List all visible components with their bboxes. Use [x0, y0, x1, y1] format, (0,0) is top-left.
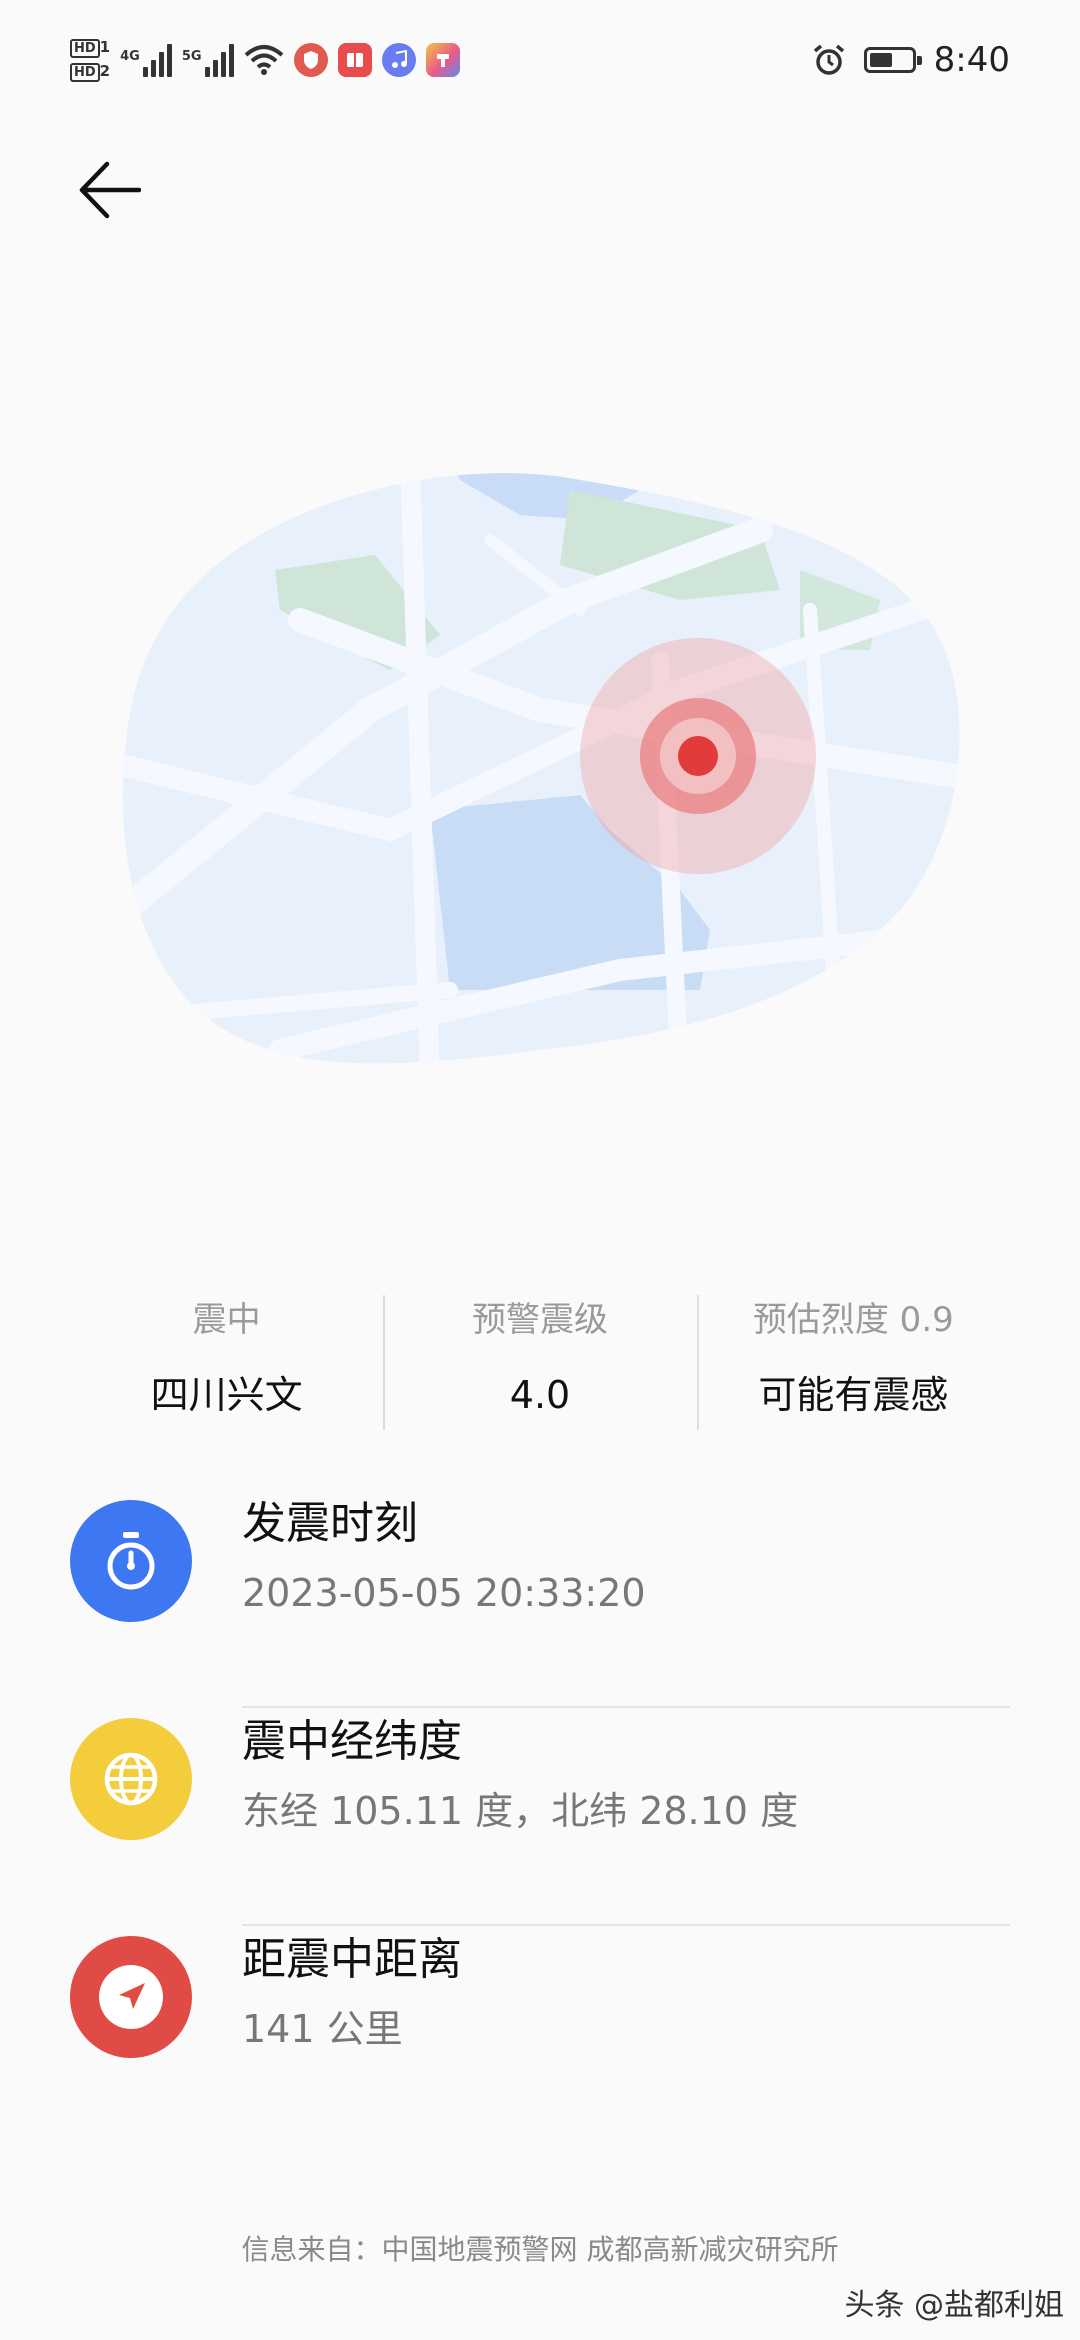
epicenter-stat: 震中 四川兴文 [70, 1290, 383, 1430]
wifi-icon [244, 45, 283, 75]
hd1-label: HD [70, 39, 100, 58]
epicenter-value: 四川兴文 [150, 1373, 303, 1417]
globe-icon [70, 1718, 192, 1840]
magnitude-label: 预警震级 [471, 1300, 608, 1340]
hd-indicator: HD 1 HD 2 [70, 38, 111, 82]
epicenter-map-illustration [122, 473, 960, 1064]
clock-time: 8:40 [933, 40, 1010, 80]
navigation-arrow-icon [70, 1936, 192, 2058]
hd2-sim: 2 [99, 62, 111, 80]
stopwatch-icon [70, 1500, 192, 1622]
arrow-left-icon [79, 161, 141, 219]
status-bar-right: 8:40 [812, 30, 1010, 90]
distance-title: 距震中距离 [242, 1934, 462, 1985]
epicenter-label: 震中 [192, 1300, 261, 1340]
coordinates-title: 震中经纬度 [242, 1716, 462, 1767]
watermark: 头条 @盐都利姐 [844, 2288, 1064, 2323]
book-app-icon [337, 43, 372, 77]
distance-value: 141 公里 [242, 2007, 403, 2051]
list-item-distance: 距震中距离 141 公里 [70, 1926, 1010, 2144]
back-button[interactable] [70, 150, 150, 230]
music-app-icon [381, 43, 416, 77]
intensity-value: 可能有震感 [758, 1373, 949, 1417]
coordinates-value: 东经 105.11 度，北纬 28.10 度 [242, 1789, 799, 1833]
hd1-sim: 1 [99, 38, 111, 56]
status-bar: HD 1 HD 2 4G 5G 8:40 [0, 0, 1080, 120]
intensity-label: 预估烈度 0.9 [752, 1300, 954, 1340]
earthquake-summary: 震中 四川兴文 预警震级 4.0 预估烈度 0.9 可能有震感 [70, 1290, 1010, 1430]
signal-5g: 5G [182, 43, 234, 77]
signal-bars-icon [204, 43, 234, 77]
intensity-stat: 预估烈度 0.9 可能有震感 [696, 1290, 1010, 1430]
battery-fill [869, 53, 892, 67]
net2-label: 5G [181, 49, 202, 64]
net1-label: 4G [120, 49, 140, 64]
origin-time-value: 2023-05-05 20:33:20 [242, 1571, 646, 1615]
signal-4g: 4G [120, 43, 172, 77]
signal-bars-icon [142, 43, 172, 77]
hd2-label: HD [70, 63, 100, 82]
app-store-icon [425, 43, 460, 77]
list-item-coordinates: 震中经纬度 东经 105.11 度，北纬 28.10 度 [70, 1708, 1010, 1926]
magnitude-value: 4.0 [509, 1373, 571, 1417]
status-bar-left: HD 1 HD 2 4G 5G [70, 30, 460, 90]
list-item-origin-time: 发震时刻 2023-05-05 20:33:20 [70, 1490, 1010, 1708]
origin-time-title: 发震时刻 [242, 1498, 418, 1549]
battery-icon [863, 47, 922, 73]
data-source-text: 信息来自：中国地震预警网 成都高新减灾研究所 [241, 2233, 839, 2266]
epicenter-marker [580, 638, 816, 874]
alarm-clock-icon [813, 44, 844, 75]
shield-app-icon [293, 43, 328, 77]
magnitude-stat: 预警震级 4.0 [383, 1290, 696, 1430]
detail-list: 发震时刻 2023-05-05 20:33:20 震中经纬度 东经 105.11… [70, 1490, 1010, 2144]
